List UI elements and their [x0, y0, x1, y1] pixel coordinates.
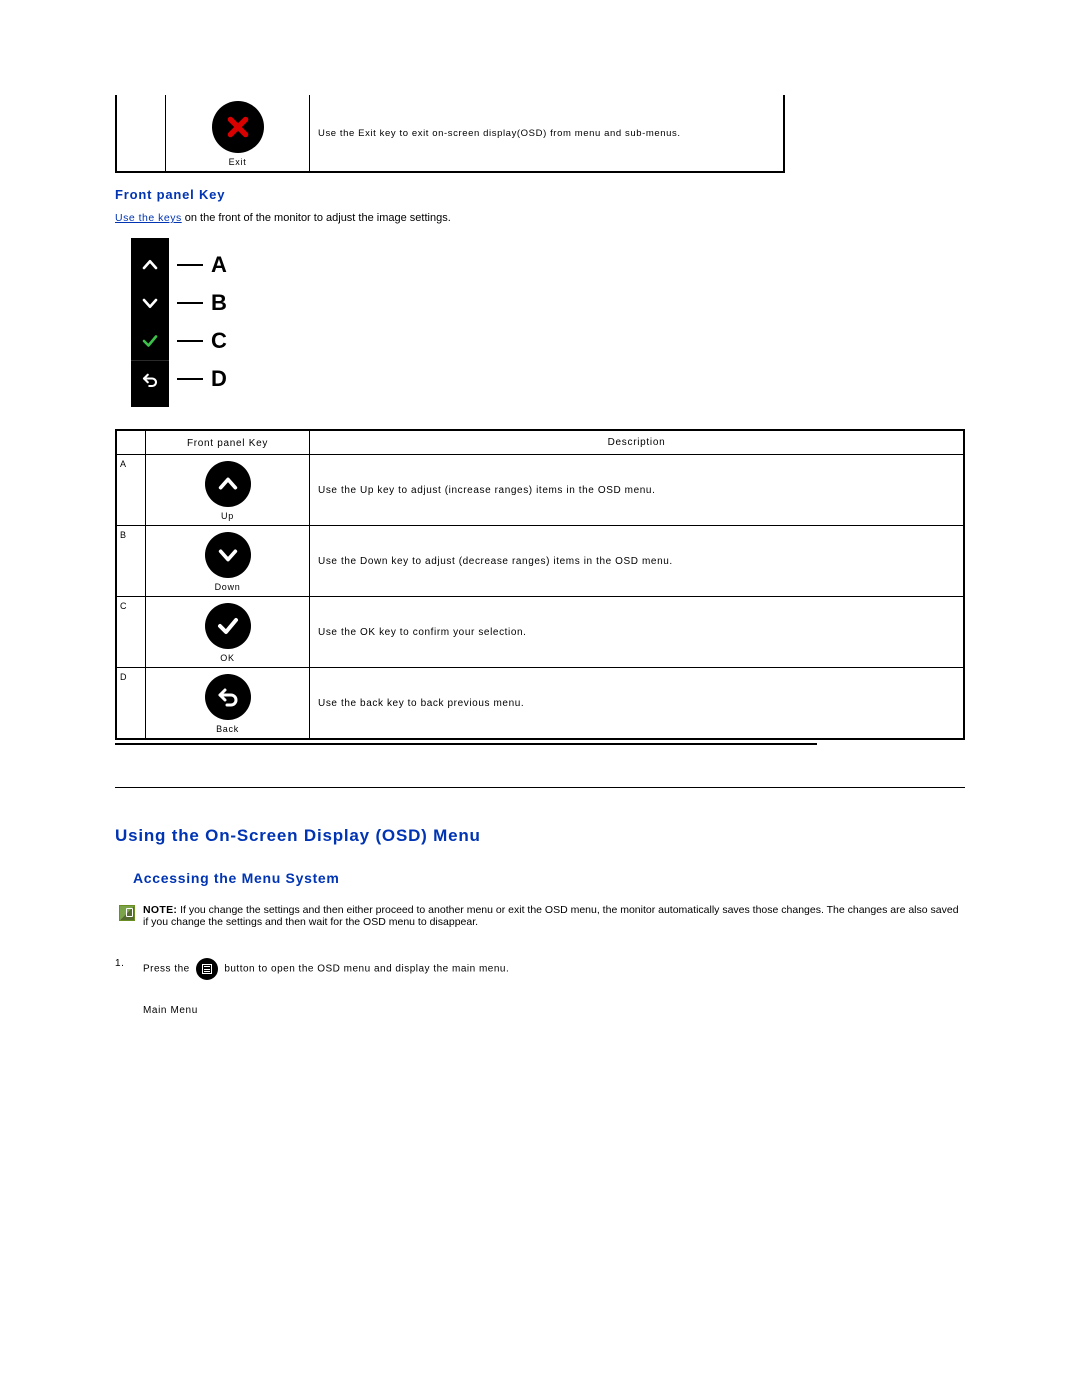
- row-letter: A: [116, 455, 146, 526]
- down-label: Down: [150, 582, 305, 592]
- row-icon-cell: Down: [146, 526, 310, 597]
- diagram-cell-up: [131, 246, 169, 284]
- section-divider: [115, 787, 965, 788]
- up-icon: [205, 461, 251, 507]
- table-row: A Up Use the Up key to adjust (increase …: [116, 455, 964, 526]
- exit-desc: Use the Exit key to exit on-screen displ…: [310, 95, 785, 172]
- top-letter-cell: [116, 95, 166, 172]
- row-desc: Use the Down key to adjust (decrease ran…: [310, 526, 965, 597]
- diagram-cell-back: [131, 361, 169, 399]
- diagram-label-c: C: [211, 322, 227, 360]
- back-label: Back: [150, 724, 305, 734]
- step1-before: Press the: [143, 964, 193, 975]
- front-panel-diagram: A B C D: [131, 238, 965, 407]
- header-spacer: [116, 430, 146, 455]
- intro-rest: on the front of the monitor to adjust th…: [182, 212, 451, 224]
- row-letter: D: [116, 668, 146, 740]
- exit-label: Exit: [170, 157, 305, 167]
- diagram-cell-ok: [131, 322, 169, 360]
- row-icon-cell: OK: [146, 597, 310, 668]
- diagram-cell-down: [131, 284, 169, 322]
- front-panel-key-table: Front panel Key Description A Up Use the…: [115, 429, 965, 740]
- row-icon-cell: Back: [146, 668, 310, 740]
- intro-line: Use the keys on the front of the monitor…: [115, 212, 965, 224]
- row-desc: Use the Up key to adjust (increase range…: [310, 455, 965, 526]
- note-icon: [119, 905, 135, 921]
- steps-list: Press the button to open the OSD menu an…: [115, 958, 965, 1016]
- exit-icon: [212, 101, 264, 153]
- main-menu-caption: Main Menu: [143, 1005, 965, 1016]
- use-the-keys-link[interactable]: Use the keys: [115, 212, 182, 224]
- ok-icon: [205, 603, 251, 649]
- table-row: D Back Use the back key to back previous…: [116, 668, 964, 740]
- row-desc: Use the back key to back previous menu.: [310, 668, 965, 740]
- row-desc: Use the OK key to confirm your selection…: [310, 597, 965, 668]
- up-label: Up: [150, 511, 305, 521]
- row-icon-cell: Up: [146, 455, 310, 526]
- step-1-line: Press the button to open the OSD menu an…: [143, 958, 965, 981]
- diagram-label-a: A: [211, 246, 227, 284]
- note-body: If you change the settings and then eith…: [143, 904, 959, 928]
- table-row: B Down Use the Down key to adjust (decre…: [116, 526, 964, 597]
- ok-label: OK: [150, 653, 305, 663]
- front-panel-heading: Front panel Key: [115, 187, 965, 202]
- diagram-label-d: D: [211, 360, 227, 398]
- note-row: NOTE: If you change the settings and the…: [115, 904, 965, 928]
- note-text: NOTE: If you change the settings and the…: [143, 904, 965, 928]
- osd-subheading: Accessing the Menu System: [133, 870, 965, 886]
- header-left: Front panel Key: [146, 430, 310, 455]
- menu-button-icon: [196, 958, 218, 980]
- osd-heading: Using the On-Screen Display (OSD) Menu: [115, 826, 965, 846]
- header-right: Description: [310, 430, 965, 455]
- back-icon: [205, 674, 251, 720]
- diagram-label-b: B: [211, 284, 227, 322]
- diagram-strip: [131, 238, 169, 407]
- table-bottom-rule: [115, 743, 817, 745]
- down-icon: [205, 532, 251, 578]
- step-1: Press the button to open the OSD menu an…: [115, 958, 965, 1016]
- step1-after: button to open the OSD menu and display …: [224, 964, 509, 975]
- row-letter: B: [116, 526, 146, 597]
- table-row: C OK Use the OK key to confirm your sele…: [116, 597, 964, 668]
- top-key-table: Exit Use the Exit key to exit on-screen …: [115, 95, 785, 173]
- row-letter: C: [116, 597, 146, 668]
- exit-icon-cell: Exit: [166, 95, 310, 172]
- note-label: NOTE:: [143, 904, 177, 916]
- diagram-labels: A B C D: [169, 238, 227, 407]
